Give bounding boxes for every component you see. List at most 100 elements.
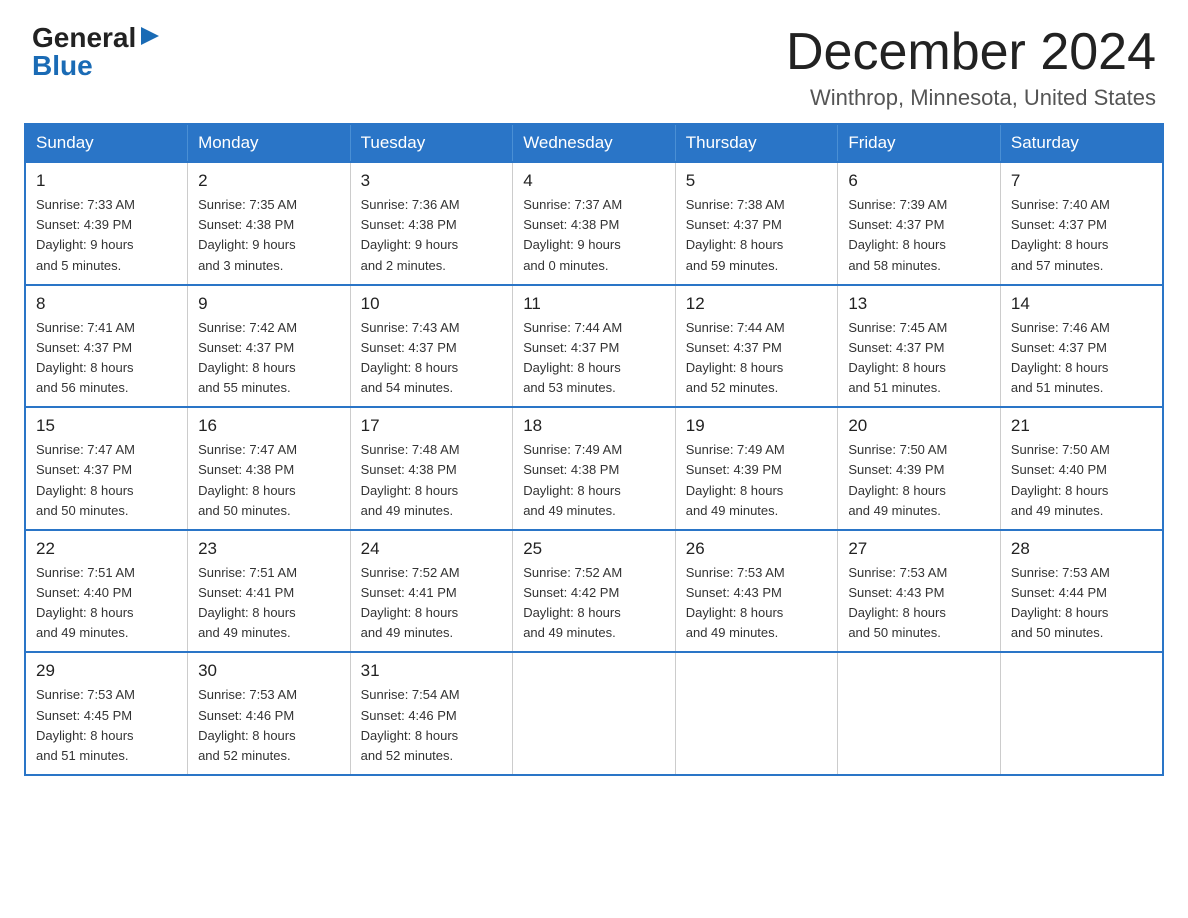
day-info: Sunrise: 7:38 AMSunset: 4:37 PMDaylight:… bbox=[686, 195, 828, 276]
day-number: 28 bbox=[1011, 539, 1152, 559]
day-cell: 31 Sunrise: 7:54 AMSunset: 4:46 PMDaylig… bbox=[350, 652, 513, 775]
day-cell: 11 Sunrise: 7:44 AMSunset: 4:37 PMDaylig… bbox=[513, 285, 676, 408]
day-cell: 20 Sunrise: 7:50 AMSunset: 4:39 PMDaylig… bbox=[838, 407, 1001, 530]
day-info: Sunrise: 7:52 AMSunset: 4:41 PMDaylight:… bbox=[361, 563, 503, 644]
day-cell: 18 Sunrise: 7:49 AMSunset: 4:38 PMDaylig… bbox=[513, 407, 676, 530]
day-number: 21 bbox=[1011, 416, 1152, 436]
day-cell: 28 Sunrise: 7:53 AMSunset: 4:44 PMDaylig… bbox=[1000, 530, 1163, 653]
day-number: 27 bbox=[848, 539, 990, 559]
day-info: Sunrise: 7:43 AMSunset: 4:37 PMDaylight:… bbox=[361, 318, 503, 399]
day-number: 24 bbox=[361, 539, 503, 559]
day-cell: 29 Sunrise: 7:53 AMSunset: 4:45 PMDaylig… bbox=[25, 652, 188, 775]
day-number: 7 bbox=[1011, 171, 1152, 191]
header-day-thursday: Thursday bbox=[675, 124, 838, 162]
day-info: Sunrise: 7:44 AMSunset: 4:37 PMDaylight:… bbox=[523, 318, 665, 399]
week-row-3: 15 Sunrise: 7:47 AMSunset: 4:37 PMDaylig… bbox=[25, 407, 1163, 530]
day-number: 18 bbox=[523, 416, 665, 436]
header-day-wednesday: Wednesday bbox=[513, 124, 676, 162]
day-info: Sunrise: 7:37 AMSunset: 4:38 PMDaylight:… bbox=[523, 195, 665, 276]
day-cell: 5 Sunrise: 7:38 AMSunset: 4:37 PMDayligh… bbox=[675, 162, 838, 285]
day-info: Sunrise: 7:47 AMSunset: 4:37 PMDaylight:… bbox=[36, 440, 177, 521]
day-number: 16 bbox=[198, 416, 340, 436]
day-number: 14 bbox=[1011, 294, 1152, 314]
day-cell bbox=[1000, 652, 1163, 775]
day-cell: 13 Sunrise: 7:45 AMSunset: 4:37 PMDaylig… bbox=[838, 285, 1001, 408]
day-info: Sunrise: 7:39 AMSunset: 4:37 PMDaylight:… bbox=[848, 195, 990, 276]
day-cell: 12 Sunrise: 7:44 AMSunset: 4:37 PMDaylig… bbox=[675, 285, 838, 408]
day-cell: 23 Sunrise: 7:51 AMSunset: 4:41 PMDaylig… bbox=[188, 530, 351, 653]
calendar-header: SundayMondayTuesdayWednesdayThursdayFrid… bbox=[25, 124, 1163, 162]
day-info: Sunrise: 7:48 AMSunset: 4:38 PMDaylight:… bbox=[361, 440, 503, 521]
day-cell: 26 Sunrise: 7:53 AMSunset: 4:43 PMDaylig… bbox=[675, 530, 838, 653]
day-info: Sunrise: 7:50 AMSunset: 4:39 PMDaylight:… bbox=[848, 440, 990, 521]
day-cell: 8 Sunrise: 7:41 AMSunset: 4:37 PMDayligh… bbox=[25, 285, 188, 408]
day-cell: 16 Sunrise: 7:47 AMSunset: 4:38 PMDaylig… bbox=[188, 407, 351, 530]
day-cell: 27 Sunrise: 7:53 AMSunset: 4:43 PMDaylig… bbox=[838, 530, 1001, 653]
day-number: 19 bbox=[686, 416, 828, 436]
week-row-1: 1 Sunrise: 7:33 AMSunset: 4:39 PMDayligh… bbox=[25, 162, 1163, 285]
day-info: Sunrise: 7:53 AMSunset: 4:44 PMDaylight:… bbox=[1011, 563, 1152, 644]
day-number: 4 bbox=[523, 171, 665, 191]
day-cell bbox=[513, 652, 676, 775]
calendar-table: SundayMondayTuesdayWednesdayThursdayFrid… bbox=[24, 123, 1164, 776]
day-cell: 17 Sunrise: 7:48 AMSunset: 4:38 PMDaylig… bbox=[350, 407, 513, 530]
day-info: Sunrise: 7:53 AMSunset: 4:45 PMDaylight:… bbox=[36, 685, 177, 766]
day-info: Sunrise: 7:50 AMSunset: 4:40 PMDaylight:… bbox=[1011, 440, 1152, 521]
day-number: 25 bbox=[523, 539, 665, 559]
day-info: Sunrise: 7:53 AMSunset: 4:43 PMDaylight:… bbox=[686, 563, 828, 644]
day-number: 1 bbox=[36, 171, 177, 191]
day-cell: 19 Sunrise: 7:49 AMSunset: 4:39 PMDaylig… bbox=[675, 407, 838, 530]
day-cell: 22 Sunrise: 7:51 AMSunset: 4:40 PMDaylig… bbox=[25, 530, 188, 653]
day-number: 9 bbox=[198, 294, 340, 314]
day-number: 10 bbox=[361, 294, 503, 314]
day-number: 6 bbox=[848, 171, 990, 191]
day-info: Sunrise: 7:41 AMSunset: 4:37 PMDaylight:… bbox=[36, 318, 177, 399]
day-info: Sunrise: 7:45 AMSunset: 4:37 PMDaylight:… bbox=[848, 318, 990, 399]
week-row-5: 29 Sunrise: 7:53 AMSunset: 4:45 PMDaylig… bbox=[25, 652, 1163, 775]
header-row: SundayMondayTuesdayWednesdayThursdayFrid… bbox=[25, 124, 1163, 162]
day-cell bbox=[675, 652, 838, 775]
logo-general-text: General bbox=[32, 24, 136, 52]
logo-blue-text: Blue bbox=[32, 52, 93, 80]
day-info: Sunrise: 7:49 AMSunset: 4:38 PMDaylight:… bbox=[523, 440, 665, 521]
day-number: 11 bbox=[523, 294, 665, 314]
day-info: Sunrise: 7:36 AMSunset: 4:38 PMDaylight:… bbox=[361, 195, 503, 276]
header-day-monday: Monday bbox=[188, 124, 351, 162]
day-cell: 30 Sunrise: 7:53 AMSunset: 4:46 PMDaylig… bbox=[188, 652, 351, 775]
day-cell: 25 Sunrise: 7:52 AMSunset: 4:42 PMDaylig… bbox=[513, 530, 676, 653]
day-info: Sunrise: 7:42 AMSunset: 4:37 PMDaylight:… bbox=[198, 318, 340, 399]
day-cell bbox=[838, 652, 1001, 775]
day-info: Sunrise: 7:51 AMSunset: 4:40 PMDaylight:… bbox=[36, 563, 177, 644]
calendar-subtitle: Winthrop, Minnesota, United States bbox=[786, 85, 1156, 111]
calendar-body: 1 Sunrise: 7:33 AMSunset: 4:39 PMDayligh… bbox=[25, 162, 1163, 775]
title-section: December 2024 Winthrop, Minnesota, Unite… bbox=[786, 24, 1156, 111]
day-number: 29 bbox=[36, 661, 177, 681]
day-cell: 1 Sunrise: 7:33 AMSunset: 4:39 PMDayligh… bbox=[25, 162, 188, 285]
logo: General Blue bbox=[32, 24, 161, 80]
header-day-sunday: Sunday bbox=[25, 124, 188, 162]
logo-arrow-icon bbox=[139, 25, 161, 47]
day-number: 17 bbox=[361, 416, 503, 436]
day-number: 20 bbox=[848, 416, 990, 436]
day-info: Sunrise: 7:47 AMSunset: 4:38 PMDaylight:… bbox=[198, 440, 340, 521]
day-cell: 9 Sunrise: 7:42 AMSunset: 4:37 PMDayligh… bbox=[188, 285, 351, 408]
calendar-title: December 2024 bbox=[786, 24, 1156, 81]
header-day-tuesday: Tuesday bbox=[350, 124, 513, 162]
day-cell: 14 Sunrise: 7:46 AMSunset: 4:37 PMDaylig… bbox=[1000, 285, 1163, 408]
day-info: Sunrise: 7:33 AMSunset: 4:39 PMDaylight:… bbox=[36, 195, 177, 276]
day-number: 8 bbox=[36, 294, 177, 314]
week-row-2: 8 Sunrise: 7:41 AMSunset: 4:37 PMDayligh… bbox=[25, 285, 1163, 408]
day-cell: 4 Sunrise: 7:37 AMSunset: 4:38 PMDayligh… bbox=[513, 162, 676, 285]
day-number: 13 bbox=[848, 294, 990, 314]
week-row-4: 22 Sunrise: 7:51 AMSunset: 4:40 PMDaylig… bbox=[25, 530, 1163, 653]
day-number: 3 bbox=[361, 171, 503, 191]
day-info: Sunrise: 7:40 AMSunset: 4:37 PMDaylight:… bbox=[1011, 195, 1152, 276]
day-info: Sunrise: 7:46 AMSunset: 4:37 PMDaylight:… bbox=[1011, 318, 1152, 399]
day-number: 2 bbox=[198, 171, 340, 191]
day-number: 12 bbox=[686, 294, 828, 314]
day-number: 15 bbox=[36, 416, 177, 436]
day-info: Sunrise: 7:35 AMSunset: 4:38 PMDaylight:… bbox=[198, 195, 340, 276]
day-cell: 7 Sunrise: 7:40 AMSunset: 4:37 PMDayligh… bbox=[1000, 162, 1163, 285]
day-number: 5 bbox=[686, 171, 828, 191]
day-cell: 24 Sunrise: 7:52 AMSunset: 4:41 PMDaylig… bbox=[350, 530, 513, 653]
